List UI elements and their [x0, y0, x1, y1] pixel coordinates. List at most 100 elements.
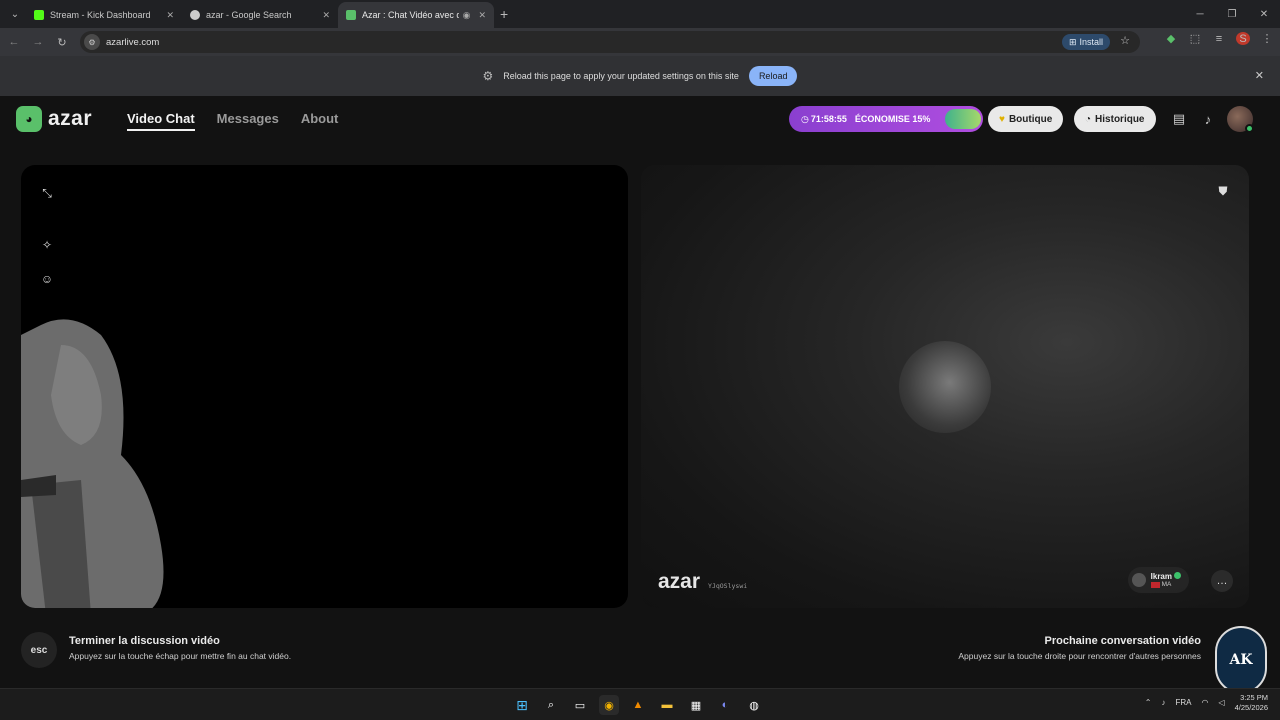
- volume-icon[interactable]: ◁: [1218, 698, 1224, 707]
- vlc-icon[interactable]: ▲: [628, 695, 648, 715]
- search-icon[interactable]: ⌕: [541, 695, 561, 715]
- face-filter-icon[interactable]: ☺: [39, 271, 55, 287]
- store-icon[interactable]: ▦: [686, 695, 706, 715]
- tray-chevron-icon[interactable]: ⌃: [1145, 698, 1152, 707]
- browser-toolbar: ← → ↻ ⚙ azarlive.com ⊞ Install ☆ ◆ ⬚ ≡ S …: [0, 28, 1280, 56]
- infobar-close-icon[interactable]: ✕: [1255, 69, 1264, 82]
- tab-search-menu-icon[interactable]: ⌄: [4, 3, 26, 25]
- extensions-puzzle-icon[interactable]: ⬚: [1188, 32, 1202, 45]
- peer-name-row: Ikram: [1150, 571, 1181, 582]
- nav-video-chat[interactable]: Video Chat: [127, 111, 195, 131]
- url-text: azarlive.com: [106, 36, 160, 48]
- site-info-icon[interactable]: ⚙: [84, 34, 100, 50]
- app-icon[interactable]: ◍: [744, 695, 764, 715]
- system-tray: ⌃ ♪ FRA ◠ ◁ 3:25 PM 4/25/2026: [1145, 693, 1268, 713]
- logo-text: azar: [48, 107, 93, 130]
- wifi-icon[interactable]: ◠: [1201, 698, 1208, 707]
- verified-icon: [1174, 571, 1181, 579]
- new-tab-plus-icon[interactable]: +: [500, 6, 508, 22]
- tab-close-icon[interactable]: ✕: [322, 10, 330, 21]
- taskbar-clock[interactable]: 3:25 PM 4/25/2026: [1235, 693, 1268, 713]
- install-label: Install: [1079, 37, 1103, 47]
- promo-banner[interactable]: ◷ 71:58:55 ÉCONOMISE 15%: [789, 106, 983, 132]
- azar-watermark: azar YJqOSlyswi: [658, 570, 747, 594]
- next-chat-hint: Prochaine conversation vidéo Appuyez sur…: [958, 635, 1201, 661]
- toolbar-actions: ◆ ⬚ ≡ S ⋮: [1164, 32, 1274, 45]
- gem-icon: ♥: [999, 113, 1005, 125]
- reload-button[interactable]: Reload: [748, 66, 798, 86]
- next-chat-title: Prochaine conversation vidéo: [1044, 635, 1202, 647]
- tab-google-search[interactable]: azar - Google Search ✕: [182, 2, 338, 28]
- peer-video-panel: ⛊ azar YJqOSlyswi Ikram MA …: [641, 165, 1249, 608]
- media-controls-icon[interactable]: ≡: [1212, 33, 1226, 45]
- azar-favicon-icon: [346, 10, 356, 20]
- window-controls: ─ ❐ ✕: [1184, 0, 1280, 28]
- microphone-icon[interactable]: ♪: [1161, 698, 1165, 707]
- bookmark-star-icon[interactable]: ☆: [1120, 34, 1130, 47]
- task-view-icon[interactable]: ▭: [570, 695, 590, 715]
- peer-country: MA: [1161, 581, 1172, 589]
- language-indicator[interactable]: FRA: [1175, 698, 1191, 707]
- peer-thumb: [1131, 573, 1146, 587]
- reload-icon[interactable]: ↻: [50, 36, 74, 49]
- self-video-panel: ⤡ ✧ ☺: [21, 165, 628, 608]
- peer-name: Ikram: [1150, 571, 1172, 581]
- tab-title: Azar : Chat Vidéo avec de n: [362, 10, 459, 20]
- clock-date: 4/25/2026: [1234, 702, 1268, 712]
- inbox-icon[interactable]: ▤: [1168, 108, 1190, 130]
- tab-title: Stream - Kick Dashboard: [50, 10, 151, 20]
- kick-favicon-icon: [34, 10, 44, 20]
- install-icon: ⊞: [1068, 36, 1077, 47]
- restore-icon[interactable]: ❐: [1216, 0, 1248, 28]
- file-explorer-icon[interactable]: ▬: [657, 695, 677, 715]
- azar-logo-icon: ◕: [16, 106, 42, 132]
- watermark-logo: azar: [658, 570, 701, 593]
- end-chat-title: Terminer la discussion vidéo: [69, 635, 220, 647]
- profile-avatar-icon[interactable]: S: [1236, 32, 1250, 45]
- nav-messages[interactable]: Messages: [217, 111, 279, 131]
- discord-icon[interactable]: ◐: [715, 695, 735, 715]
- tab-azar-chat[interactable]: Azar : Chat Vidéo avec de n ◉ ✕: [338, 2, 494, 28]
- clock-time: 3:25 PM: [1240, 693, 1268, 702]
- back-arrow-icon[interactable]: ←: [2, 36, 26, 48]
- gaming-chair-image: [21, 319, 164, 608]
- taskbar-apps: ⊞ ⌕ ▭ ◉ ▲ ▬ ▦ ◐ ◍: [512, 695, 764, 715]
- tab-close-icon[interactable]: ✕: [478, 10, 486, 21]
- promo-timer: 71:58:55: [810, 114, 847, 124]
- end-chat-hint: Terminer la discussion vidéo Appuyez sur…: [69, 635, 291, 661]
- peer-info-chip[interactable]: Ikram MA: [1127, 567, 1189, 593]
- nav-about[interactable]: About: [301, 111, 339, 131]
- esc-key-badge[interactable]: esc: [21, 632, 57, 668]
- historique-button[interactable]: ◔ Historique: [1074, 106, 1156, 132]
- boutique-button[interactable]: ♥ Boutique: [988, 106, 1064, 132]
- ak-streamer-logo: AK: [1215, 626, 1267, 694]
- history-clock-icon: ◔: [1085, 113, 1092, 125]
- infobar-message: Reload this page to apply your updated s…: [503, 71, 739, 81]
- next-chat-subtitle: Appuyez sur la touche droite pour rencon…: [958, 651, 1201, 661]
- install-app-button[interactable]: ⊞ Install: [1061, 34, 1110, 50]
- minimize-icon[interactable]: ─: [1184, 0, 1216, 28]
- tab-close-icon[interactable]: ✕: [166, 10, 174, 21]
- tab-title: azar - Google Search: [206, 10, 292, 20]
- report-shield-icon[interactable]: ⛊: [1215, 182, 1231, 200]
- google-favicon-icon: [190, 10, 200, 20]
- windows-start-icon[interactable]: ⊞: [512, 695, 532, 715]
- azar-logo[interactable]: ◕ azar: [16, 106, 92, 132]
- notification-bell-icon[interactable]: ♪: [1197, 108, 1219, 130]
- chrome-icon[interactable]: ◉: [599, 695, 619, 715]
- browser-menu-icon[interactable]: ⋮: [1260, 32, 1274, 45]
- user-avatar[interactable]: [1227, 106, 1254, 133]
- close-window-icon[interactable]: ✕: [1248, 0, 1280, 28]
- browser-tab-strip: ⌄ Stream - Kick Dashboard ✕ azar - Googl…: [0, 0, 1280, 28]
- extension-leaf-icon[interactable]: ◆: [1164, 32, 1178, 45]
- chat-bubble-button[interactable]: …: [1211, 570, 1233, 592]
- magic-wand-effects-icon[interactable]: ✧: [39, 237, 55, 253]
- peer-details: Ikram MA: [1150, 571, 1181, 589]
- tab-recording-icon: ◉: [462, 9, 471, 20]
- forward-arrow-icon[interactable]: →: [26, 36, 50, 48]
- tab-kick-dashboard[interactable]: Stream - Kick Dashboard ✕: [26, 2, 182, 28]
- main-nav: Video Chat Messages About: [127, 111, 338, 131]
- peer-country-row: MA: [1150, 581, 1181, 589]
- minimize-video-icon[interactable]: ⤡: [39, 185, 55, 201]
- address-bar[interactable]: ⚙ azarlive.com ⊞ Install ☆: [80, 31, 1140, 53]
